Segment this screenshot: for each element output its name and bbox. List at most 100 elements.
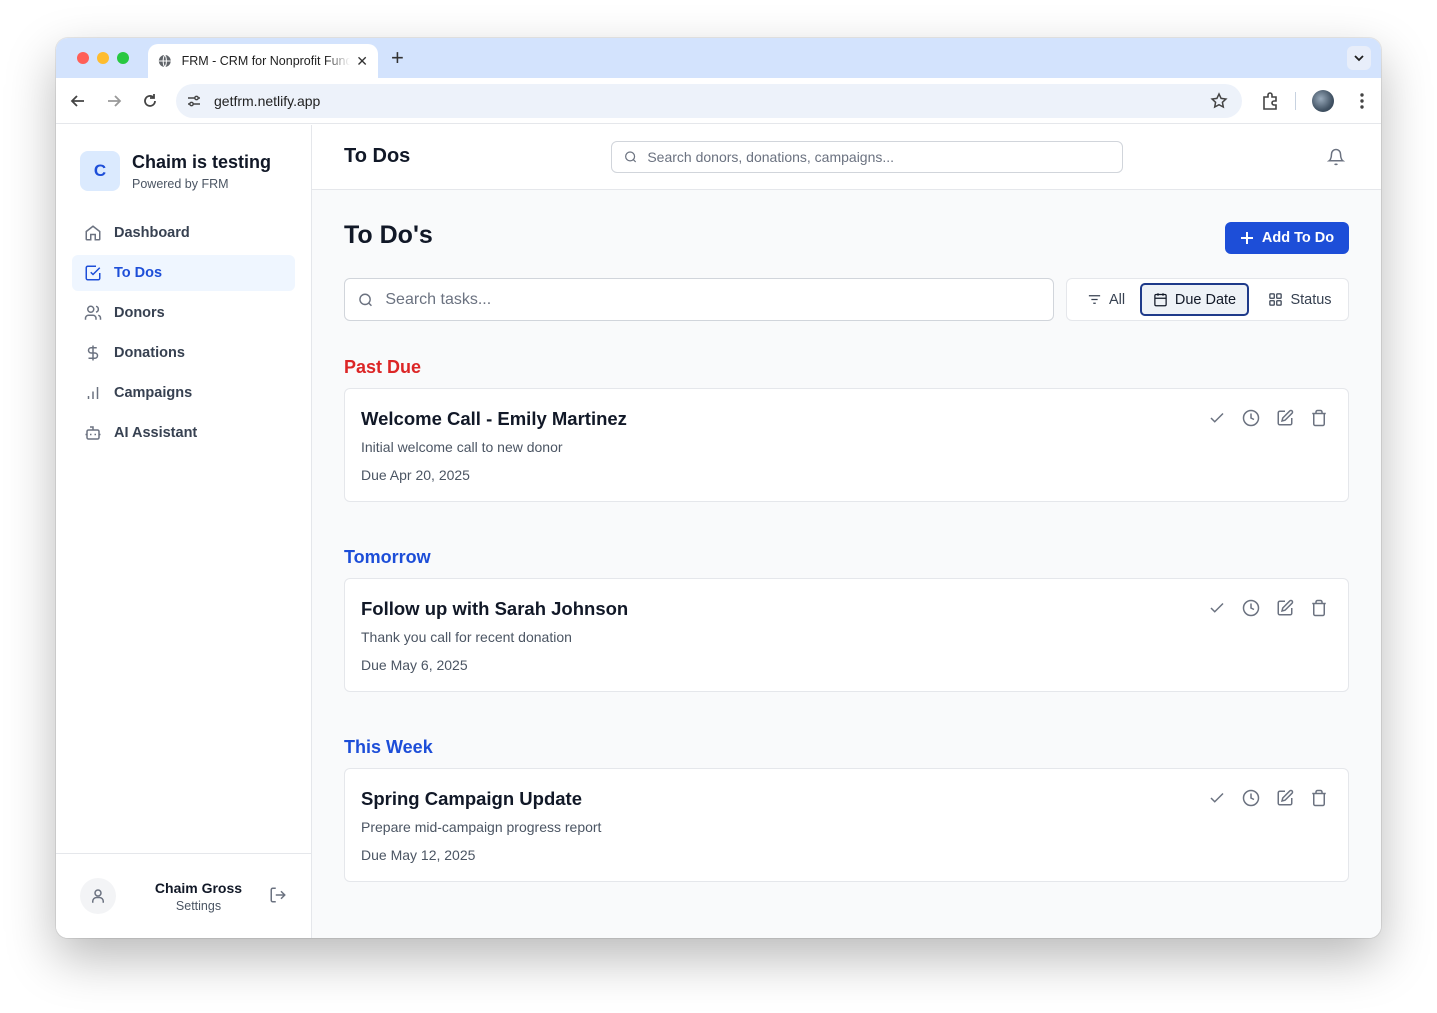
task-actions — [1192, 409, 1328, 427]
plus-icon — [1240, 232, 1253, 244]
tab-strip: FRM - CRM for Nonprofit Fundraising ✕ + — [56, 38, 1381, 78]
delete-button[interactable] — [1310, 409, 1328, 427]
address-bar[interactable]: getfrm.netlify.app — [176, 84, 1242, 118]
task-description: Initial welcome call to new donor — [361, 439, 563, 455]
sidebar-item-todos[interactable]: To Dos — [72, 255, 295, 291]
task-title: Welcome Call - Emily Martinez — [361, 408, 627, 429]
check-icon — [1210, 412, 1224, 423]
edit-button[interactable] — [1276, 599, 1294, 617]
sidebar-item-label: Campaigns — [114, 385, 193, 401]
check-icon — [1210, 602, 1224, 613]
sidebar-item-donations[interactable]: Donations — [72, 335, 295, 371]
dollar-icon — [87, 345, 99, 361]
tab-title: FRM - CRM for Nonprofit Fundraising — [181, 54, 351, 68]
global-search[interactable] — [611, 141, 1123, 173]
trash-icon — [1312, 789, 1326, 807]
global-search-input[interactable] — [647, 149, 1122, 165]
edit-icon — [1277, 409, 1294, 426]
toolbar-divider — [1295, 92, 1296, 110]
filter-icon — [1088, 295, 1101, 304]
extensions-icon[interactable] — [1260, 91, 1280, 111]
close-window-button[interactable] — [77, 52, 89, 64]
snooze-button[interactable] — [1242, 599, 1260, 617]
url-text: getfrm.netlify.app — [214, 93, 321, 109]
home-icon — [85, 225, 101, 241]
task-card[interactable]: Follow up with Sarah Johnson Thank you c… — [344, 578, 1349, 692]
bookmark-star-icon[interactable] — [1210, 92, 1228, 110]
sidebar-item-campaigns[interactable]: Campaigns — [72, 375, 295, 411]
clock-icon — [1242, 599, 1260, 617]
filter-status-button[interactable]: Status — [1257, 283, 1343, 316]
profile-avatar[interactable] — [1312, 90, 1334, 112]
task-actions — [1192, 789, 1328, 807]
sidebar-item-label: Donations — [114, 345, 185, 361]
header-title: To Dos — [344, 145, 411, 167]
user-icon — [92, 889, 104, 903]
user-name: Chaim Gross — [154, 880, 243, 896]
add-todo-label: Add To Do — [1261, 230, 1335, 246]
complete-button[interactable] — [1208, 599, 1226, 617]
clock-icon — [1242, 409, 1260, 427]
snooze-button[interactable] — [1242, 409, 1260, 427]
new-tab-icon[interactable]: + — [391, 46, 404, 70]
clock-icon — [1242, 789, 1260, 807]
back-arrow-icon[interactable] — [69, 92, 87, 110]
settings-link[interactable]: Settings — [146, 899, 251, 913]
task-description: Thank you call for recent donation — [361, 629, 572, 645]
site-settings-icon[interactable] — [186, 93, 202, 109]
forward-arrow-icon[interactable] — [105, 92, 123, 110]
filter-due-date-label: Due Date — [1174, 291, 1237, 308]
globe-icon — [158, 54, 171, 68]
filter-status-label: Status — [1290, 291, 1332, 308]
complete-button[interactable] — [1208, 789, 1226, 807]
edit-icon — [1277, 789, 1294, 806]
user-avatar[interactable] — [80, 878, 116, 914]
sidebar-item-label: To Dos — [114, 265, 163, 281]
more-menu-icon[interactable] — [1352, 91, 1372, 111]
task-card[interactable]: Spring Campaign Update Prepare mid-campa… — [344, 768, 1349, 882]
sidebar-item-dashboard[interactable]: Dashboard — [72, 215, 295, 251]
edit-icon — [1277, 599, 1294, 616]
browser-window: FRM - CRM for Nonprofit Fundraising ✕ + … — [56, 38, 1381, 938]
task-search[interactable] — [344, 278, 1054, 321]
minimize-window-button[interactable] — [97, 52, 109, 64]
browser-tab[interactable]: FRM - CRM for Nonprofit Fundraising ✕ — [148, 44, 378, 78]
tab-search-button[interactable] — [1347, 46, 1371, 70]
app-root: C Chaim is testing Powered by FRM Dashbo… — [56, 125, 1381, 938]
org-avatar: C — [80, 151, 120, 191]
reload-icon[interactable] — [141, 92, 159, 110]
add-todo-button[interactable]: Add To Do — [1225, 222, 1349, 254]
tab-close-icon[interactable]: ✕ — [356, 53, 368, 70]
trash-icon — [1312, 599, 1326, 617]
delete-button[interactable] — [1310, 789, 1328, 807]
bell-icon[interactable] — [1327, 148, 1345, 166]
filter-due-date-button[interactable]: Due Date — [1140, 283, 1249, 316]
task-search-input[interactable] — [385, 290, 1053, 309]
sidebar-item-ai-assistant[interactable]: AI Assistant — [72, 415, 295, 451]
delete-button[interactable] — [1310, 599, 1328, 617]
task-due-date: Due May 12, 2025 — [361, 847, 476, 863]
org-name: Chaim is testing — [132, 152, 272, 172]
sidebar-item-donors[interactable]: Donors — [72, 295, 295, 331]
edit-button[interactable] — [1276, 409, 1294, 427]
task-due-date: Due Apr 20, 2025 — [361, 467, 470, 483]
edit-button[interactable] — [1276, 789, 1294, 807]
search-icon — [359, 293, 372, 306]
complete-button[interactable] — [1208, 409, 1226, 427]
sidebar-item-label: Donors — [114, 305, 165, 321]
task-card[interactable]: Welcome Call - Emily Martinez Initial we… — [344, 388, 1349, 502]
snooze-button[interactable] — [1242, 789, 1260, 807]
check-icon — [1210, 792, 1224, 803]
top-header: To Dos — [312, 125, 1381, 190]
zoom-window-button[interactable] — [117, 52, 129, 64]
task-due-date: Due May 6, 2025 — [361, 657, 468, 673]
bar-chart-icon — [87, 387, 99, 399]
browser-toolbar: getfrm.netlify.app — [56, 78, 1381, 124]
sidebar-nav: Dashboard To Dos Donors Donations Campai… — [72, 215, 295, 455]
filter-all-label: All — [1108, 291, 1126, 308]
section-heading-this-week: This Week — [344, 737, 433, 757]
filter-all-button[interactable]: All — [1073, 283, 1139, 316]
logout-icon[interactable] — [269, 886, 287, 904]
sidebar-footer: Chaim Gross Settings — [56, 853, 311, 938]
users-icon — [84, 305, 102, 320]
